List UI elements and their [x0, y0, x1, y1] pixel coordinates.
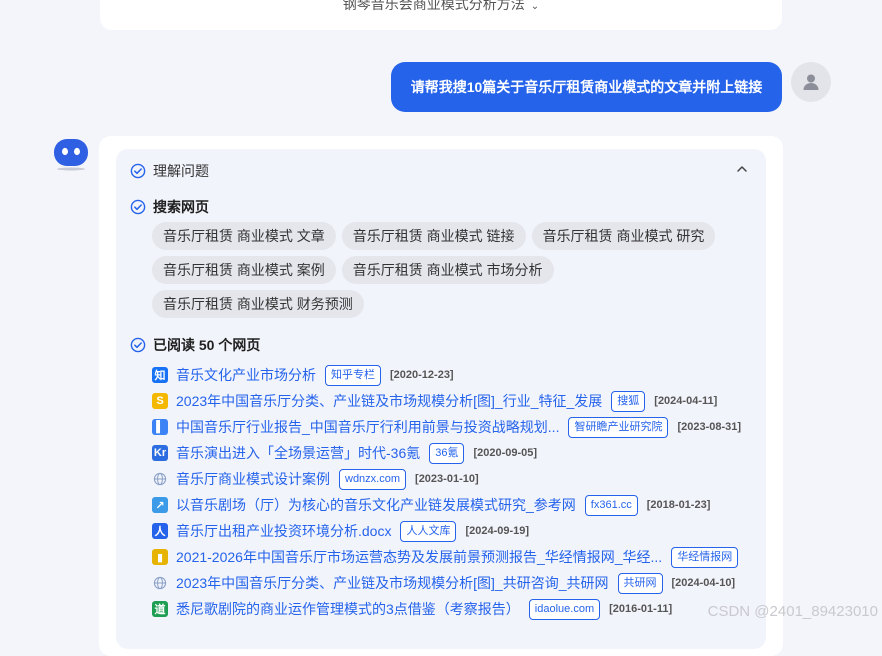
result-date: [2023-01-10]: [415, 473, 479, 485]
search-query-tags: 音乐厅租赁 商业模式 文章 音乐厅租赁 商业模式 链接 音乐厅租赁 商业模式 研…: [152, 222, 732, 318]
result-source-badge[interactable]: 人人文库: [400, 520, 457, 542]
renren-icon: 人: [152, 523, 168, 539]
search-query-tag[interactable]: 音乐厅租赁 商业模式 市场分析: [341, 256, 554, 284]
result-source-badge[interactable]: fx361.cc: [584, 494, 638, 516]
chevron-down-icon[interactable]: ⌄: [531, 1, 539, 12]
sohu-icon: S: [152, 393, 168, 409]
result-item[interactable]: 人音乐厅出租产业投资环境分析.docx 人人文库 [2024-09-19]: [152, 518, 772, 544]
result-date: [2016-01-11]: [609, 603, 673, 615]
result-item[interactable]: 音乐厅商业模式设计案例 wdnzx.com [2023-01-10]: [152, 466, 772, 492]
result-title-link[interactable]: 音乐厅出租产业投资环境分析.docx: [176, 521, 391, 541]
result-date: [2020-09-05]: [473, 447, 538, 459]
result-item[interactable]: ▮ 2021-2026年中国音乐厅市场运营态势及发展前景预测报告_华经情报网_华经…: [152, 544, 772, 570]
chevron-up-icon[interactable]: [735, 162, 749, 176]
conversation-title[interactable]: 钢琴音乐会商业模式分析方法 ⌄: [0, 0, 882, 14]
result-date: [2023-08-31]: [677, 421, 742, 433]
result-item[interactable]: 知音乐文化产业市场分析 知乎专栏 [2020-12-23]: [152, 362, 772, 388]
zhiyan-icon: ▌: [152, 419, 168, 435]
zhihu-icon: 知: [152, 367, 168, 383]
user-avatar[interactable]: [791, 62, 831, 102]
36kr-icon: Kr: [152, 445, 168, 461]
search-query-tag[interactable]: 音乐厅租赁 商业模式 文章: [152, 222, 336, 250]
read-pages-list: 知音乐文化产业市场分析 知乎专栏 [2020-12-23] S 2023年中国音乐厅分类…: [152, 362, 772, 622]
step-read: 已阅读 50 个网页: [130, 335, 260, 355]
step-search: 搜索网页: [130, 197, 209, 217]
result-date: [2024-04-10]: [671, 577, 736, 589]
result-item[interactable]: S 2023年中国音乐厅分类、产业链及市场规模分析[图]_行业_特征_发展 搜狐 [2…: [152, 388, 772, 414]
result-date: [2024-04-11]: [654, 395, 718, 407]
fx361-icon: ↗: [152, 497, 168, 513]
step-search-label: 搜索网页: [153, 199, 209, 215]
result-item[interactable]: Kr 音乐演出进入「全场景运营」时代-36氪 36氪 [2020-09-05]: [152, 440, 772, 466]
result-source-badge[interactable]: 36氪: [429, 442, 465, 464]
result-title-link[interactable]: 以音乐剧场（厅）为核心的音乐文化产业链发展模式研究_参考网: [176, 495, 576, 515]
conversation-title-text: 钢琴音乐会商业模式分析方法: [342, 0, 525, 12]
result-source-badge[interactable]: wdnzx.com: [339, 468, 407, 490]
check-circle-icon: [130, 163, 146, 179]
result-date: [2024-09-19]: [465, 525, 530, 537]
user-icon: [803, 74, 819, 90]
result-title-link[interactable]: 悉尼歌剧院的商业运作管理模式的3点借鉴（考察报告）: [176, 599, 520, 619]
result-source-badge[interactable]: idaolue.com: [528, 598, 601, 620]
result-title-link[interactable]: 中国音乐厅行业报告_中国音乐厅行利用前景与投资战略规划...: [176, 417, 559, 437]
result-title-link[interactable]: 音乐演出进入「全场景运营」时代-36氪: [176, 443, 420, 463]
user-message-text: 请帮我搜10篇关于音乐厅租赁商业模式的文章并附上链接: [410, 79, 763, 95]
result-title-link[interactable]: 2023年中国音乐厅分类、产业链及市场规模分析[图]_行业_特征_发展: [176, 391, 602, 411]
idaolue-icon: 道: [152, 601, 168, 617]
result-item[interactable]: ▌ 中国音乐厅行业报告_中国音乐厅行利用前景与投资战略规划... 智研瞻产业研究院 […: [152, 414, 772, 440]
check-circle-icon: [130, 199, 146, 215]
watermark: CSDN @2401_89423010: [707, 603, 878, 620]
globe-icon: [152, 471, 168, 487]
result-title-link[interactable]: 2021-2026年中国音乐厅市场运营态势及发展前景预测报告_华经情报网_华经.…: [176, 547, 662, 567]
user-message-bubble: 请帮我搜10篇关于音乐厅租赁商业模式的文章并附上链接: [391, 62, 782, 112]
step-read-label: 已阅读 50 个网页: [153, 337, 261, 353]
step-understand[interactable]: 理解问题: [130, 161, 209, 181]
step-understand-label: 理解问题: [153, 163, 209, 179]
result-title-link[interactable]: 音乐文化产业市场分析: [176, 365, 316, 385]
huajing-icon: ▮: [152, 549, 168, 565]
search-query-tag[interactable]: 音乐厅租赁 商业模式 财务预测: [152, 290, 364, 318]
check-circle-icon: [130, 337, 146, 353]
search-query-tag[interactable]: 音乐厅租赁 商业模式 研究: [531, 222, 716, 250]
result-source-badge[interactable]: 智研瞻产业研究院: [568, 416, 669, 438]
search-query-tag[interactable]: 音乐厅租赁 商业模式 链接: [341, 222, 526, 250]
result-source-badge[interactable]: 搜狐: [611, 390, 646, 412]
result-date: [2020-12-23]: [390, 369, 454, 381]
result-title-link[interactable]: 音乐厅商业模式设计案例: [176, 469, 330, 489]
result-item[interactable]: ↗ 以音乐剧场（厅）为核心的音乐文化产业链发展模式研究_参考网 fx361.cc [2…: [152, 492, 772, 518]
search-query-tag[interactable]: 音乐厅租赁 商业模式 案例: [152, 256, 336, 284]
result-title-link[interactable]: 2023年中国音乐厅分类、产业链及市场规模分析[图]_共研咨询_共研网: [176, 573, 609, 593]
result-source-badge[interactable]: 华经情报网: [671, 546, 739, 568]
globe-icon: [152, 575, 168, 591]
result-item[interactable]: 2023年中国音乐厅分类、产业链及市场规模分析[图]_共研咨询_共研网 共研网 [2…: [152, 570, 772, 596]
result-item[interactable]: 道悉尼歌剧院的商业运作管理模式的3点借鉴（考察报告） idaolue.com [20…: [152, 596, 772, 622]
result-source-badge[interactable]: 共研网: [617, 572, 663, 594]
result-source-badge[interactable]: 知乎专栏: [325, 364, 381, 386]
result-date: [2018-01-23]: [646, 499, 711, 511]
assistant-avatar-icon: [54, 139, 88, 171]
